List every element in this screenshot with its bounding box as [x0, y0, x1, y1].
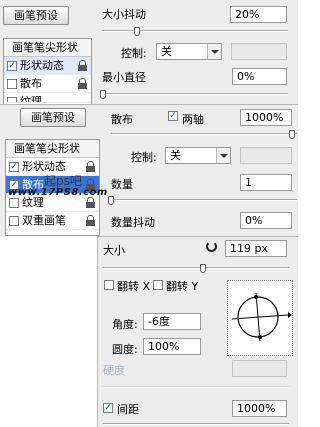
- control-disabled-field: [231, 43, 287, 60]
- min-diameter-input[interactable]: 0%: [232, 68, 287, 85]
- dropdown-arrow-icon[interactable]: [207, 44, 221, 59]
- dropdown-arrow-icon[interactable]: [216, 148, 230, 163]
- size-jitter-label: 大小抖动: [102, 8, 146, 21]
- checkbox-icon[interactable]: ✓: [9, 162, 19, 172]
- scatter-input[interactable]: 1000%: [240, 109, 292, 126]
- checkbox-icon[interactable]: [9, 198, 19, 208]
- spacing-label: 间距: [117, 403, 139, 416]
- count-label: 数量: [111, 178, 133, 191]
- hardness-label: 硬度: [103, 364, 125, 377]
- checkbox-icon[interactable]: [7, 97, 17, 102]
- list-item-dual-brush[interactable]: 双重画笔: [6, 212, 99, 230]
- both-axes-checkbox[interactable]: ✓: [168, 111, 178, 121]
- min-diameter-slider-track[interactable]: [102, 93, 288, 95]
- min-diameter-label: 最小直径: [102, 71, 146, 84]
- control-label-2: 控制:: [131, 151, 157, 164]
- control-select[interactable]: 关: [156, 43, 222, 60]
- flip-x-label: 翻转 X: [117, 280, 151, 293]
- checkbox-icon[interactable]: [7, 79, 17, 89]
- checkbox-icon[interactable]: ✓: [7, 61, 17, 71]
- size-jitter-input[interactable]: 20%: [230, 6, 287, 23]
- angle-roundness-icon: [231, 292, 292, 342]
- brush-presets-button-2[interactable]: 画笔预设: [20, 108, 86, 127]
- list-item-label: 纹理: [20, 95, 42, 103]
- angle-label: 角度:: [112, 318, 138, 331]
- size-slider-thumb[interactable]: [200, 264, 206, 273]
- list-item-label: 双重画笔: [22, 214, 66, 227]
- flip-x-checkbox[interactable]: [104, 280, 114, 290]
- scatter-slider-thumb[interactable]: [289, 130, 295, 139]
- count-jitter-label: 数量抖动: [111, 216, 155, 229]
- count-slider-thumb[interactable]: [108, 196, 114, 205]
- lock-icon[interactable]: [78, 60, 87, 71]
- count-slider-track[interactable]: [111, 199, 297, 201]
- count-jitter-input[interactable]: 0%: [240, 212, 292, 229]
- list-item-label: 散布: [20, 77, 42, 90]
- angle-input[interactable]: -6度: [143, 313, 201, 330]
- list-item-texture[interactable]: 纹理: [4, 93, 91, 103]
- roundness-label: 圆度:: [112, 343, 138, 356]
- control-label: 控制:: [121, 47, 147, 60]
- lock-icon[interactable]: [86, 215, 95, 226]
- scatter-slider-track[interactable]: [111, 133, 297, 135]
- list-item-shape-dynamics[interactable]: ✓ 形状动态: [4, 57, 91, 75]
- roundness-input[interactable]: 100%: [143, 338, 201, 355]
- checkbox-icon[interactable]: [9, 216, 19, 226]
- lock-icon[interactable]: [86, 197, 95, 208]
- list-item-label: 形状动态: [20, 59, 64, 72]
- count-input[interactable]: 1: [240, 174, 292, 191]
- size-slider-track[interactable]: [103, 267, 289, 269]
- size-label: 大小: [103, 244, 125, 257]
- control-select-2[interactable]: 关: [165, 147, 231, 164]
- lock-icon[interactable]: [86, 161, 95, 172]
- spacing-slider-track[interactable]: [103, 423, 289, 425]
- spacing-checkbox[interactable]: ✓: [103, 403, 113, 413]
- size-jitter-slider-thumb[interactable]: [134, 27, 140, 36]
- watermark-url: www.17PS8.com: [8, 187, 108, 198]
- list-item-scatter[interactable]: 散布: [4, 75, 91, 93]
- angle-roundness-widget[interactable]: [227, 280, 293, 356]
- size-input[interactable]: 119 px: [225, 240, 287, 257]
- brush-options-list-top: 画笔笔尖形状 ✓ 形状动态 散布 纹理: [3, 38, 92, 104]
- spacing-input[interactable]: 1000%: [232, 400, 287, 417]
- both-axes-label: 两轴: [182, 113, 204, 126]
- reset-icon[interactable]: [206, 241, 217, 252]
- flip-y-checkbox[interactable]: [153, 280, 163, 290]
- tip-shape-header[interactable]: 画笔笔尖形状: [4, 39, 91, 57]
- size-jitter-slider-track[interactable]: [102, 30, 288, 32]
- scatter-label: 散布: [111, 113, 133, 126]
- flip-y-label: 翻转 Y: [166, 280, 199, 293]
- lock-icon[interactable]: [78, 78, 87, 89]
- min-diameter-slider-thumb[interactable]: [100, 90, 106, 99]
- hardness-input: [232, 360, 287, 377]
- hardness-slider-track: [103, 386, 289, 388]
- control-select-value: 关: [161, 45, 172, 58]
- control-select-value: 关: [170, 149, 181, 162]
- tip-shape-header-2[interactable]: 画笔笔尖形状: [6, 140, 99, 158]
- control-disabled-field-2: [240, 147, 292, 164]
- brush-presets-button[interactable]: 画笔预设: [3, 6, 69, 25]
